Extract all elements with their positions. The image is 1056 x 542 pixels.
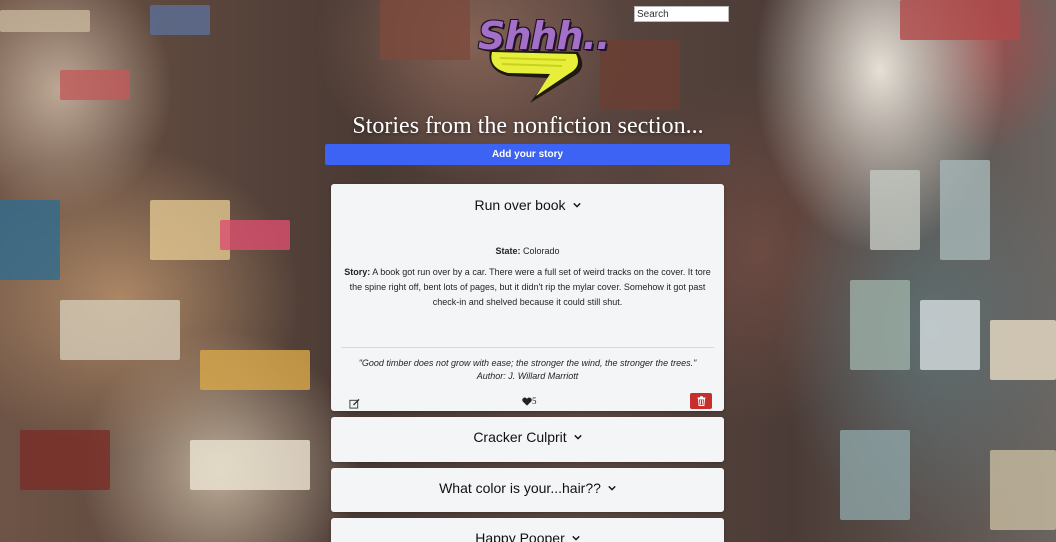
- story-body: Story: A book got run over by a car. The…: [331, 265, 724, 310]
- story-state: State: Colorado: [331, 246, 724, 256]
- edit-icon[interactable]: [349, 398, 360, 409]
- quote-author: Author: J. Willard Marriott: [476, 371, 579, 381]
- state-label: State:: [495, 246, 521, 256]
- trash-icon: [697, 396, 705, 406]
- delete-button[interactable]: [690, 393, 712, 409]
- story-card: Cracker Culprit: [331, 417, 724, 462]
- quote: "Good timber does not grow with ease; th…: [331, 357, 724, 383]
- story-card: What color is your...hair??: [331, 468, 724, 512]
- search-input[interactable]: [634, 6, 729, 22]
- page-title: Stories from the nonfiction section...: [352, 113, 704, 139]
- quote-text: "Good timber does not grow with ease; th…: [358, 358, 697, 368]
- story-toggle[interactable]: Happy Pooper: [331, 518, 724, 542]
- like-count: 5: [532, 396, 537, 406]
- heart-icon: [522, 396, 532, 406]
- add-story-button[interactable]: Add your story: [325, 144, 730, 165]
- state-value: Colorado: [523, 246, 560, 256]
- divider: [341, 347, 714, 348]
- story-title: What color is your...hair??: [439, 480, 601, 496]
- story-label: Story:: [344, 267, 371, 277]
- like-button[interactable]: 5: [522, 396, 537, 406]
- story-text: A book got run over by a car. There were…: [349, 267, 711, 307]
- story-toggle[interactable]: Run over book: [331, 184, 724, 226]
- chevron-down-icon: [608, 485, 616, 491]
- story-title: Run over book: [474, 197, 566, 213]
- story-card: Happy Pooper: [331, 518, 724, 542]
- story-toggle[interactable]: What color is your...hair??: [331, 468, 724, 508]
- logo[interactable]: Shhh..: [478, 10, 610, 105]
- story-card: Run over book State: Colorado Story: A b…: [331, 184, 724, 411]
- story-title: Happy Pooper: [475, 530, 565, 542]
- chevron-down-icon: [572, 535, 580, 541]
- chevron-down-icon: [573, 434, 582, 440]
- chevron-down-icon: [572, 202, 581, 208]
- logo-text: Shhh..: [478, 14, 610, 58]
- story-title: Cracker Culprit: [473, 429, 567, 445]
- story-toggle[interactable]: Cracker Culprit: [331, 417, 724, 457]
